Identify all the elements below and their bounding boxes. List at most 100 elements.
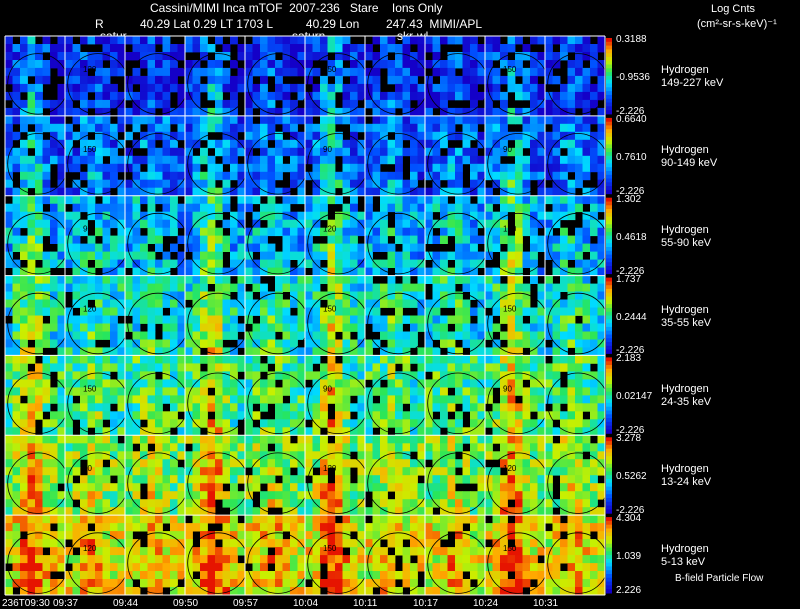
heatmap-cell <box>590 299 598 308</box>
heatmap-cell <box>140 403 148 412</box>
heatmap-cell <box>447 427 456 436</box>
heatmap-cell <box>387 275 396 284</box>
heatmap-cell <box>192 291 201 300</box>
heatmap-cell <box>440 355 448 364</box>
heatmap-cell <box>342 235 351 244</box>
heatmap-cell <box>507 275 516 284</box>
heatmap-cell <box>80 403 88 412</box>
heatmap-cell <box>470 227 478 237</box>
heatmap-cell <box>582 403 591 412</box>
heatmap-cell <box>552 379 561 388</box>
heatmap-cell <box>447 163 456 173</box>
heatmap-cell <box>27 451 36 460</box>
heatmap-cell <box>305 235 313 244</box>
heatmap-cell <box>252 387 261 396</box>
heatmap-cell <box>552 323 561 332</box>
heatmap-cell <box>582 52 591 61</box>
heatmap-cell <box>140 355 148 364</box>
heatmap-cell <box>207 547 216 556</box>
colorbar-segment <box>606 486 612 491</box>
heatmap-cell <box>57 435 66 444</box>
heatmap-cell <box>575 44 583 53</box>
heatmap-cell <box>260 467 268 476</box>
heatmap-cell <box>35 115 43 125</box>
heatmap-cell <box>230 443 238 452</box>
heatmap-cell <box>402 211 411 221</box>
heatmap-cell <box>275 531 283 540</box>
heatmap-cell <box>395 427 403 436</box>
heatmap-cell <box>470 395 478 404</box>
heatmap-cell <box>522 435 531 444</box>
heatmap-cell <box>50 203 58 213</box>
heatmap-cell <box>72 251 81 260</box>
heatmap-cell <box>5 555 13 564</box>
heatmap-cell <box>560 315 568 324</box>
heatmap-cell <box>42 387 51 396</box>
heatmap-cell <box>27 491 36 500</box>
heatmap-cell <box>35 563 43 572</box>
heatmap-cell <box>252 131 261 141</box>
heatmap-cell <box>425 123 433 133</box>
colorbar-segment <box>606 475 612 480</box>
heatmap-cell <box>597 403 606 412</box>
heatmap-cell <box>350 219 358 229</box>
heatmap-cell <box>252 395 261 404</box>
heatmap-cell <box>50 147 58 157</box>
heatmap-cell <box>492 107 501 117</box>
heatmap-cell <box>432 44 441 53</box>
colorbar-segment <box>606 72 612 77</box>
heatmap-cell <box>155 91 163 101</box>
heatmap-cell <box>102 555 111 564</box>
heatmap-cell <box>275 459 283 468</box>
colorbar-segment <box>606 91 612 96</box>
heatmap-cell <box>327 499 336 508</box>
heatmap-cell <box>477 451 486 460</box>
heatmap-cell <box>297 259 306 268</box>
colorbar-segment <box>606 281 612 286</box>
heatmap-cell <box>215 483 223 492</box>
heatmap-cell <box>470 387 478 396</box>
heatmap-cell <box>387 499 396 508</box>
heatmap-cell <box>282 163 291 173</box>
heatmap-cell <box>237 195 246 205</box>
heatmap-cell <box>5 219 13 229</box>
heatmap-cell <box>530 60 538 69</box>
heatmap-cell <box>447 291 456 300</box>
heatmap-cell <box>5 459 13 468</box>
heatmap-cell <box>215 403 223 412</box>
heatmap-cell <box>425 507 433 516</box>
heatmap-cell <box>252 515 261 524</box>
heatmap-cell <box>110 67 118 77</box>
heatmap-cell <box>432 459 441 468</box>
heatmap-cell <box>245 131 253 141</box>
heatmap-cell <box>185 187 193 197</box>
heatmap-cell <box>297 283 306 292</box>
heatmap-cell <box>5 499 13 508</box>
heatmap-cell <box>395 419 403 428</box>
heatmap-cell <box>12 283 21 292</box>
heatmap-cell <box>402 467 411 476</box>
heatmap-cell <box>65 427 73 436</box>
heatmap-cell <box>12 387 21 396</box>
heatmap-cell <box>320 523 328 532</box>
heatmap-cell <box>80 75 88 85</box>
heatmap-cell <box>402 36 411 45</box>
heatmap-cell <box>470 235 478 244</box>
heatmap-cell <box>410 379 418 388</box>
heatmap-cell <box>42 251 51 260</box>
contour-label: 150 <box>83 384 97 393</box>
heatmap-cell <box>432 123 441 133</box>
heatmap-cell <box>297 483 306 492</box>
heatmap-cell <box>245 587 253 596</box>
heatmap-cell <box>20 123 28 133</box>
heatmap-cell <box>87 187 96 197</box>
heatmap-cell <box>132 195 141 205</box>
heatmap-cell <box>72 555 81 564</box>
heatmap-cell <box>65 443 73 452</box>
heatmap-cell <box>162 75 171 85</box>
heatmap-cell <box>372 323 381 332</box>
heatmap-cell <box>147 275 156 284</box>
heatmap-cell <box>582 147 591 157</box>
heatmap-cell <box>207 363 216 372</box>
heatmap-cell <box>65 219 73 229</box>
